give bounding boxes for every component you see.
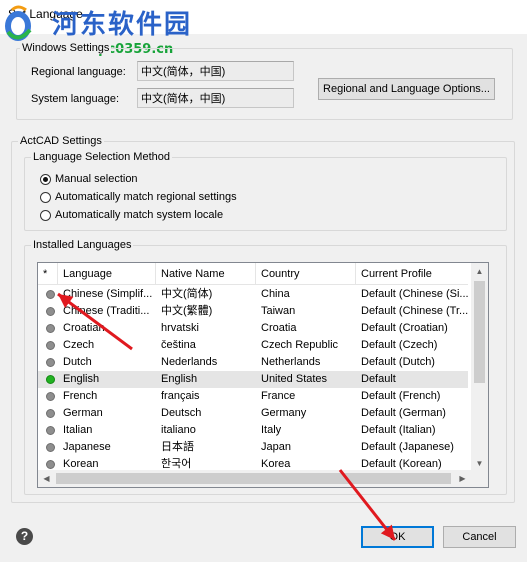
annotation-arrows xyxy=(57,292,397,541)
annotation-arrow-language-head xyxy=(58,294,74,308)
